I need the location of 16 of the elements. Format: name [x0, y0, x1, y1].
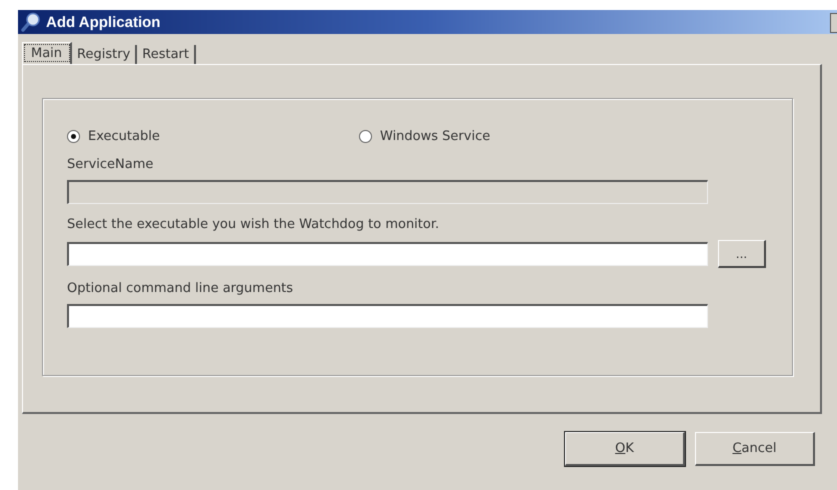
text-field[interactable]	[67, 242, 708, 266]
close-button[interactable]	[830, 13, 837, 33]
field-label: ServiceName	[67, 157, 154, 172]
window-title: Add Application	[46, 14, 160, 30]
radio-button[interactable]	[67, 130, 80, 143]
radio-option[interactable]: Windows Service	[359, 129, 651, 144]
dialog-button[interactable]: OK	[565, 432, 685, 466]
tab[interactable]: Main	[22, 42, 72, 64]
field-label: Optional command line arguments	[67, 281, 294, 296]
browse-button[interactable]: ...	[718, 240, 766, 268]
dialog-button[interactable]: Cancel	[695, 432, 815, 466]
radio-button[interactable]	[359, 130, 372, 143]
radio-option[interactable]: Executable	[67, 129, 359, 144]
field-label: Select the executable you wish the Watchdog to monitor.	[67, 217, 440, 232]
magnifier-icon	[20, 12, 42, 32]
text-field[interactable]	[67, 304, 708, 328]
